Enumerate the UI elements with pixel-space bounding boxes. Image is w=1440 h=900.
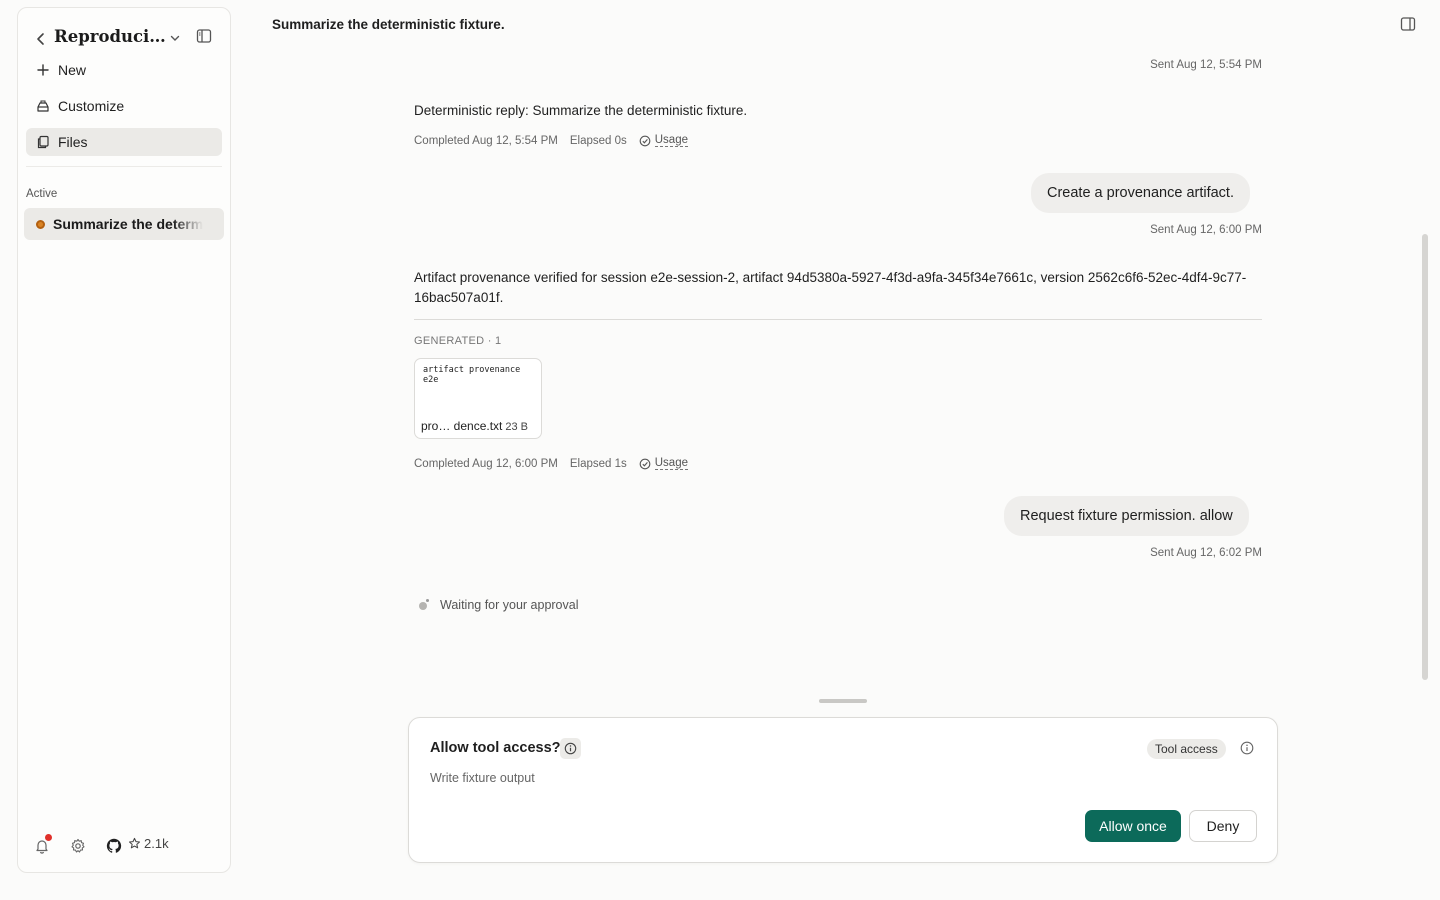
usage-link[interactable]: Usage (639, 134, 688, 147)
files-label: Files (58, 134, 88, 150)
star-count: 2.1k (144, 836, 169, 851)
deny-button[interactable]: Deny (1189, 810, 1257, 842)
sent-timestamp: Sent Aug 12, 6:02 PM (1150, 547, 1262, 559)
workspace-title[interactable]: Reproducible Workspace (54, 26, 166, 48)
usage-icon (639, 135, 651, 146)
sidebar-footer: 2.1k (18, 834, 230, 856)
file-preview: artifact provenance e2e (423, 365, 521, 385)
assistant-reply: Artifact provenance verified for session… (414, 270, 1247, 305)
files-icon (36, 135, 50, 149)
star-icon (128, 837, 141, 849)
sidebar-divider (26, 166, 222, 167)
customize-label: Customize (58, 98, 125, 114)
spinner-icon (417, 599, 429, 611)
usage-label: Usage (654, 134, 688, 147)
section-label-active: Active (26, 188, 58, 200)
notification-badge (45, 834, 52, 841)
completed-timestamp: Completed Aug 12, 5:54 PM (414, 134, 558, 147)
new-button[interactable]: New (26, 56, 222, 84)
reply-meta: Completed Aug 12, 6:00 PM Elapsed 1s Usa… (414, 457, 700, 470)
sent-timestamp: Sent Aug 12, 6:00 PM (1150, 224, 1262, 236)
plus-icon (36, 63, 50, 77)
reply-meta: Completed Aug 12, 5:54 PM Elapsed 0s Usa… (414, 134, 700, 147)
session-status-dot (36, 219, 45, 229)
generated-label: GENERATED · 1 (414, 335, 502, 347)
sidebar-toggle-icon[interactable] (196, 28, 212, 44)
assistant-reply: Deterministic reply: Summarize the deter… (414, 103, 748, 118)
user-message: Request fixture permission. allow (1004, 496, 1249, 536)
elapsed-time: Elapsed 1s (569, 457, 627, 470)
page-title: Summarize the deterministic fixture. (272, 17, 505, 32)
usage-label: Usage (654, 457, 688, 470)
sent-timestamp: Sent Aug 12, 5:54 PM (1150, 59, 1262, 71)
chevron-left-icon[interactable] (34, 30, 48, 48)
elapsed-time: Elapsed 0s (569, 134, 627, 147)
github-icon[interactable] (106, 838, 122, 854)
tool-access-badge: Tool access (1147, 739, 1226, 759)
new-label: New (58, 62, 87, 78)
chevron-down-icon[interactable] (169, 31, 181, 43)
usage-icon (639, 458, 651, 469)
github-stars[interactable]: 2.1k (128, 836, 169, 851)
customize-button[interactable]: Customize (26, 92, 222, 120)
completed-timestamp: Completed Aug 12, 6:00 PM (414, 457, 558, 470)
waiting-label: Waiting for your approval (440, 598, 579, 612)
permission-dialog: Allow tool access? Write fixture output … (408, 717, 1278, 863)
session-label: Summarize the deterministic fixture. (53, 216, 203, 232)
permission-description: Write fixture output (430, 771, 535, 785)
user-message: Create a provenance artifact. (1031, 173, 1250, 213)
info-icon[interactable] (560, 738, 581, 759)
files-button[interactable]: Files (26, 128, 222, 156)
file-name-row: pro… dence.txt 23 B (421, 419, 528, 433)
allow-once-button[interactable]: Allow once (1085, 810, 1181, 842)
file-name: pro… dence.txt (421, 419, 503, 433)
resize-handle[interactable] (819, 699, 867, 703)
panel-toggle-icon[interactable] (1400, 16, 1416, 32)
divider (414, 319, 1262, 320)
permission-title: Allow tool access? (430, 740, 561, 756)
file-size: 23 B (505, 421, 529, 433)
waiting-status: Waiting for your approval (417, 598, 579, 612)
gear-icon[interactable] (70, 838, 86, 854)
sidebar: Reproducible Workspace New Customize Fil… (17, 7, 231, 873)
file-card[interactable]: artifact provenance e2e pro… dence.txt 23… (414, 358, 542, 439)
session-item[interactable]: Summarize the deterministic fixture. (24, 208, 224, 240)
scrollbar[interactable] (1422, 234, 1428, 680)
customize-icon (36, 99, 50, 113)
info-icon[interactable] (1240, 741, 1254, 755)
sidebar-header: Reproducible Workspace (18, 26, 230, 60)
usage-link[interactable]: Usage (639, 457, 688, 470)
